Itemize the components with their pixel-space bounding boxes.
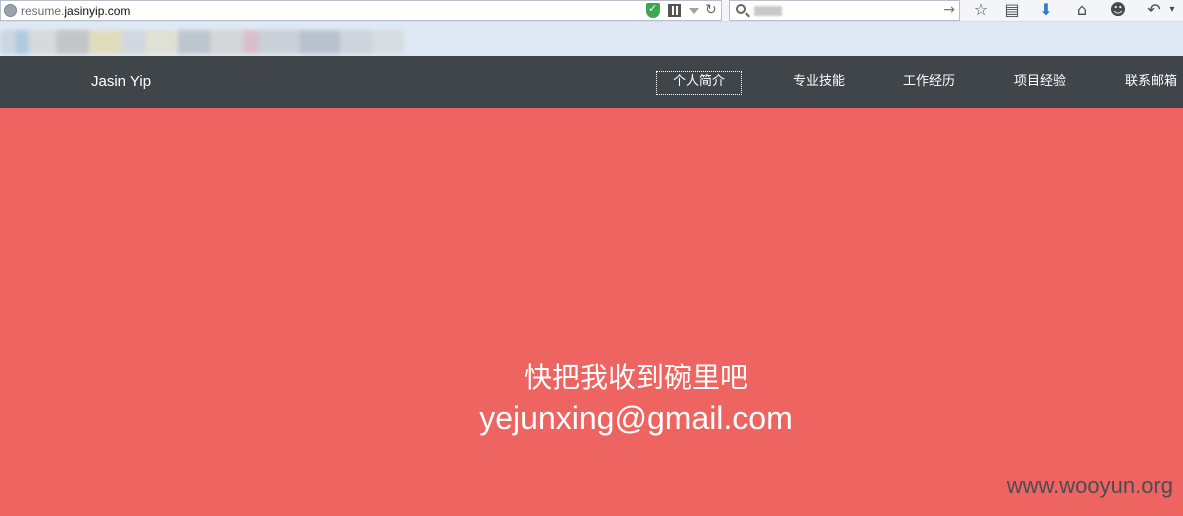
bookmarks-bar — [0, 22, 1183, 56]
blurred-bookmarks — [0, 30, 405, 54]
dropdown-icon[interactable] — [689, 8, 699, 14]
nav-experience[interactable]: 工作经历 — [903, 72, 955, 94]
download-icon[interactable]: ⬇ — [1035, 0, 1057, 20]
qr-code-icon[interactable] — [668, 4, 681, 17]
back-icon[interactable]: ↶ — [1143, 0, 1165, 20]
url-prefix: resume. — [21, 4, 65, 18]
hero-section: 快把我收到碗里吧 yejunxing@gmail.com www.wooyun.… — [0, 108, 1183, 516]
nav-contact[interactable]: 联系邮箱 — [1125, 72, 1177, 94]
browser-toolbar: resume.jasinyip.com ↻ → ☆ ▤ ⬇ ⌂ ☻ ↶ ▾ — [0, 0, 1183, 22]
watermark: www.wooyun.org — [1006, 473, 1173, 498]
search-bar[interactable]: → — [729, 0, 960, 21]
go-arrow-icon[interactable]: → — [943, 1, 955, 20]
nav-intro[interactable]: 个人简介 — [655, 71, 743, 95]
chat-icon[interactable]: ☻ — [1107, 0, 1129, 20]
star-icon[interactable]: ☆ — [970, 0, 992, 20]
home-icon[interactable]: ⌂ — [1071, 0, 1093, 20]
shield-check-icon[interactable] — [646, 2, 660, 18]
search-icon — [736, 4, 746, 14]
hero-email[interactable]: yejunxing@gmail.com — [0, 398, 1183, 438]
menu-dropdown-icon[interactable]: ▾ — [1164, 0, 1180, 20]
globe-icon — [4, 4, 17, 17]
nav-skills[interactable]: 专业技能 — [793, 72, 845, 94]
address-bar[interactable]: resume.jasinyip.com ↻ — [0, 0, 722, 21]
site-brand[interactable]: Jasin Yip — [91, 72, 151, 92]
url-host: jasinyip.com — [64, 4, 131, 18]
url-text[interactable]: resume.jasinyip.com — [21, 3, 130, 19]
site-navbar: Jasin Yip 个人简介 专业技能 工作经历 项目经验 联系邮箱 — [0, 56, 1183, 108]
reload-icon[interactable]: ↻ — [705, 1, 717, 19]
reader-icon[interactable]: ▤ — [1001, 0, 1023, 20]
search-blurred-text — [754, 6, 782, 16]
hero-heading: 快把我收到碗里吧 — [523, 361, 748, 394]
nav-projects[interactable]: 项目经验 — [1014, 72, 1066, 94]
